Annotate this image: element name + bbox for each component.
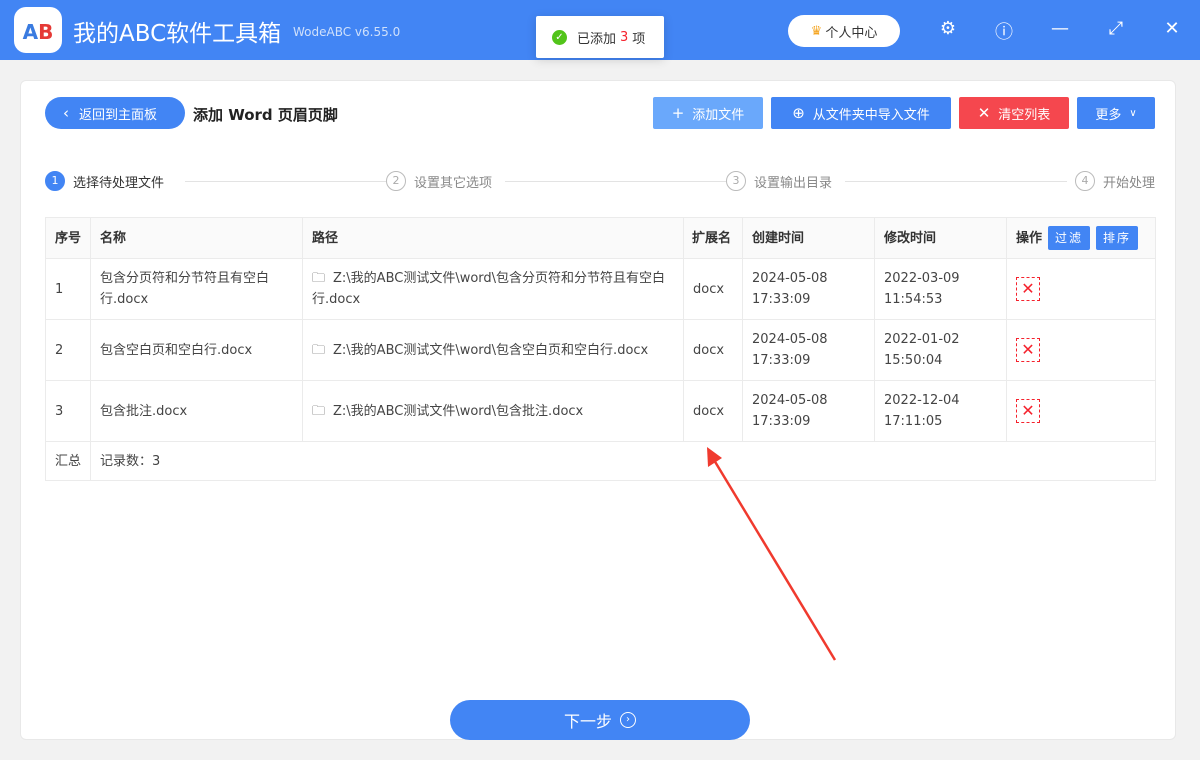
cell-name: 包含分页符和分节符且有空白行.docx xyxy=(90,258,303,320)
success-check-icon: ✓ xyxy=(552,29,567,45)
page-title: 添加 Word 页眉页脚 xyxy=(193,106,338,124)
cell-modified: 2022-03-09 11:54:53 xyxy=(874,258,1007,320)
summary-row: 汇总 记录数：3 xyxy=(45,441,1156,481)
step-connector xyxy=(845,181,1095,182)
cell-created: 2024-05-08 17:33:09 xyxy=(742,380,875,442)
import-folder-label: 从文件夹中导入文件 xyxy=(812,107,930,123)
path-text: Z:\我的ABC测试文件\word\包含批注.docx xyxy=(333,403,584,419)
plus-circle-icon: ⊕ xyxy=(792,104,805,122)
back-label: 返回到主面板 xyxy=(79,107,158,123)
cell-modified: 2022-01-02 15:50:04 xyxy=(874,319,1007,381)
maximize-icon[interactable]: ⤢ xyxy=(1104,18,1128,39)
step-label: 开始处理 xyxy=(1103,175,1156,191)
chevron-left-icon: ‹ xyxy=(63,104,69,122)
back-to-main-button[interactable]: ‹ 返回到主面板 xyxy=(45,97,185,129)
folder-icon[interactable]: 🗀 xyxy=(312,343,325,358)
summary-label: 汇总 xyxy=(45,441,91,481)
cell-index: 2 xyxy=(45,319,91,381)
cell-path: 🗀 Z:\我的ABC测试文件\word\包含空白页和空白行.docx xyxy=(302,319,684,381)
step-label: 设置输出目录 xyxy=(754,175,833,191)
file-table: 序号 名称 路径 扩展名 创建时间 修改时间 操作 过滤 排序 1 包含分页符和分节… xyxy=(45,217,1156,481)
summary-value: 记录数：3 xyxy=(90,441,1156,481)
app-title: 我的ABC软件工具箱 xyxy=(73,21,282,47)
cell-name: 包含批注.docx xyxy=(90,380,303,442)
cell-action: ✕ xyxy=(1006,319,1156,381)
next-step-button[interactable]: 下一步 › xyxy=(450,700,750,740)
settings-gear-icon[interactable]: ⚙ xyxy=(936,18,960,39)
col-created: 创建时间 xyxy=(742,217,875,259)
help-icon[interactable]: ⓘ xyxy=(992,18,1016,44)
toast-count: 3 xyxy=(620,29,629,45)
more-label: 更多 xyxy=(1095,107,1122,123)
crown-icon: ♛ xyxy=(810,23,823,39)
col-name: 名称 xyxy=(90,217,303,259)
user-center-button[interactable]: ♛ 个人中心 xyxy=(788,15,900,47)
toast-notification: ✓ 已添加 3 项 xyxy=(536,16,664,58)
add-file-label: 添加文件 xyxy=(692,107,745,123)
table-row: 3 包含批注.docx 🗀 Z:\我的ABC测试文件\word\包含批注.docx… xyxy=(45,380,1156,442)
step-number: 2 xyxy=(386,171,406,191)
cell-ext: docx xyxy=(683,319,743,381)
toast-suffix: 项 xyxy=(632,31,646,47)
app-logo: AB xyxy=(14,7,62,53)
x-icon: ✕ xyxy=(977,104,991,122)
step-number: 4 xyxy=(1075,171,1095,191)
col-path: 路径 xyxy=(302,217,684,259)
import-folder-button[interactable]: ⊕ 从文件夹中导入文件 xyxy=(771,97,951,129)
cell-action: ✕ xyxy=(1006,258,1156,320)
table-row: 1 包含分页符和分节符且有空白行.docx 🗀 Z:\我的ABC测试文件\word… xyxy=(45,258,1156,320)
close-icon[interactable]: ✕ xyxy=(1160,18,1184,39)
cell-index: 3 xyxy=(45,380,91,442)
add-file-button[interactable]: + 添加文件 xyxy=(653,97,763,129)
folder-icon[interactable]: 🗀 xyxy=(312,271,325,286)
next-label: 下一步 xyxy=(563,712,612,731)
path-text: Z:\我的ABC测试文件\word\包含空白页和空白行.docx xyxy=(333,342,649,358)
step-4: 4 开始处理 xyxy=(1067,171,1155,191)
folder-icon[interactable]: 🗀 xyxy=(312,404,325,419)
col-action: 操作 过滤 排序 xyxy=(1006,217,1156,259)
col-ext: 扩展名 xyxy=(683,217,743,259)
clear-list-button[interactable]: ✕ 清空列表 xyxy=(959,97,1069,129)
step-number: 3 xyxy=(726,171,746,191)
delete-row-icon[interactable]: ✕ xyxy=(1016,277,1040,301)
cell-action: ✕ xyxy=(1006,380,1156,442)
step-label: 设置其它选项 xyxy=(414,175,493,191)
step-number: 1 xyxy=(45,171,65,191)
steps-progress: 1 选择待处理文件 2 设置其它选项 3 设置输出目录 4 开始处理 xyxy=(45,171,1155,191)
cell-created: 2024-05-08 17:33:09 xyxy=(742,258,875,320)
step-2: 2 设置其它选项 xyxy=(386,171,501,191)
col-modified: 修改时间 xyxy=(874,217,1007,259)
table-row: 2 包含空白页和空白行.docx 🗀 Z:\我的ABC测试文件\word\包含空白… xyxy=(45,319,1156,381)
user-center-label: 个人中心 xyxy=(825,25,878,41)
minimize-icon[interactable]: — xyxy=(1048,18,1072,39)
app-version: WodeABC v6.55.0 xyxy=(293,25,401,39)
cell-path: 🗀 Z:\我的ABC测试文件\word\包含批注.docx xyxy=(302,380,684,442)
delete-row-icon[interactable]: ✕ xyxy=(1016,338,1040,362)
toast-text: 已添加 xyxy=(577,31,617,47)
cell-created: 2024-05-08 17:33:09 xyxy=(742,319,875,381)
step-label: 选择待处理文件 xyxy=(73,175,165,191)
cell-name: 包含空白页和空白行.docx xyxy=(90,319,303,381)
plus-icon: + xyxy=(671,104,685,122)
filter-button[interactable]: 过滤 xyxy=(1048,226,1091,250)
sort-button[interactable]: 排序 xyxy=(1096,226,1139,250)
delete-row-icon[interactable]: ✕ xyxy=(1016,399,1040,423)
cell-index: 1 xyxy=(45,258,91,320)
col-index: 序号 xyxy=(45,217,91,259)
table-header: 序号 名称 路径 扩展名 创建时间 修改时间 操作 过滤 排序 xyxy=(45,217,1156,259)
cell-modified: 2022-12-04 17:11:05 xyxy=(874,380,1007,442)
clear-list-label: 清空列表 xyxy=(998,107,1051,123)
step-1: 1 选择待处理文件 xyxy=(45,171,173,191)
cell-ext: docx xyxy=(683,380,743,442)
arrow-right-circle-icon: › xyxy=(620,712,636,728)
chevron-down-icon: ∨ xyxy=(1129,107,1137,119)
action-label: 操作 xyxy=(1016,231,1043,246)
more-dropdown-button[interactable]: 更多 ∨ xyxy=(1077,97,1155,129)
cell-path: 🗀 Z:\我的ABC测试文件\word\包含分页符和分节符且有空白行.docx xyxy=(302,258,684,320)
path-text: Z:\我的ABC测试文件\word\包含分页符和分节符且有空白行.docx xyxy=(312,271,666,307)
step-3: 3 设置输出目录 xyxy=(726,171,841,191)
cell-ext: docx xyxy=(683,258,743,320)
